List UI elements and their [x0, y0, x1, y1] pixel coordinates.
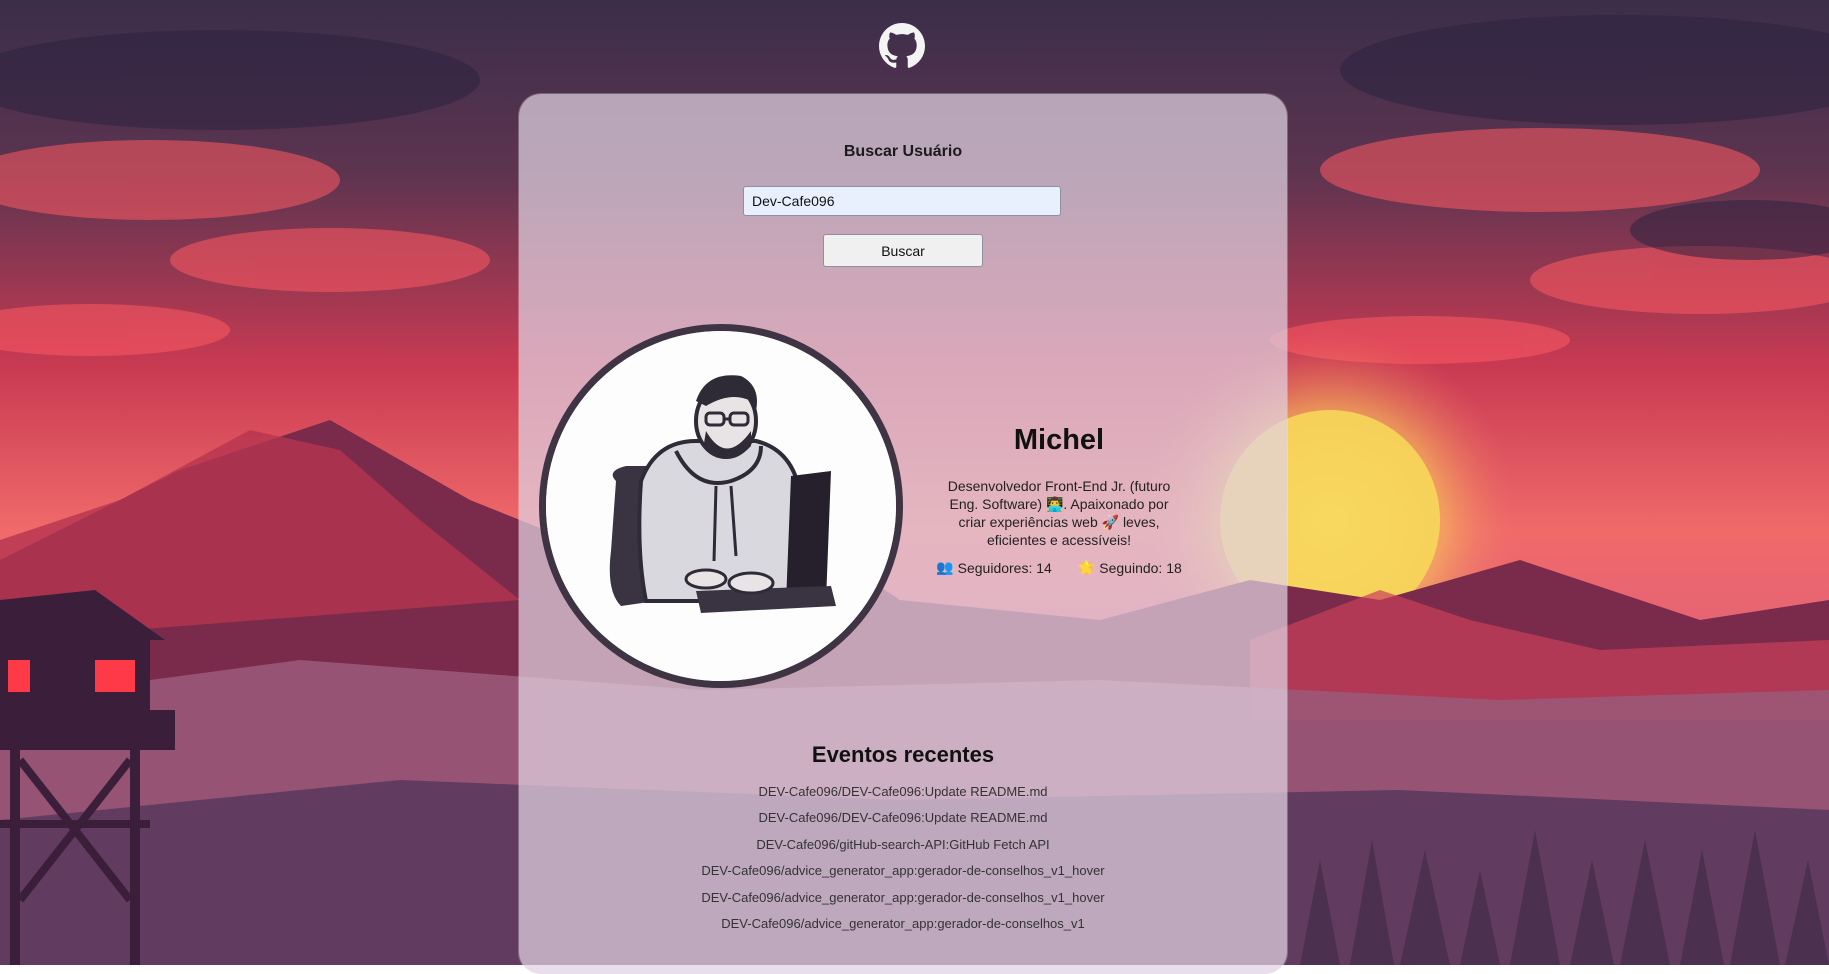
profile-bio: Desenvolvedor Front-End Jr. (futuro Eng.…	[947, 478, 1171, 548]
event-item: DEV-Cafe096/advice_generator_app:gerador…	[721, 915, 1085, 931]
developer-illustration-icon	[546, 331, 896, 681]
following-count: Seguindo: 18	[1099, 559, 1182, 576]
search-button[interactable]: Buscar	[823, 234, 983, 267]
followers-icon: 👥	[936, 559, 954, 575]
events-title: Eventos recentes	[811, 742, 995, 767]
following-stat: 🌟 Seguindo: 18	[1078, 559, 1182, 576]
event-item: DEV-Cafe096/DEV-Cafe096:Update README.md	[758, 784, 1048, 799]
avatar	[539, 324, 903, 688]
events-list: DEV-Cafe096/DEV-Cafe096:Update README.md…	[519, 779, 1287, 937]
profile-stats: 👥 Seguidores: 14 🌟 Seguindo: 18	[919, 559, 1199, 576]
followers-count: Seguidores: 14	[957, 559, 1052, 576]
event-item: DEV-Cafe096/gitHub-search-API:GitHub Fet…	[756, 836, 1050, 852]
followers-stat: 👥 Seguidores: 14	[936, 559, 1052, 576]
event-item: DEV-Cafe096/advice_generator_app:gerador…	[701, 863, 1105, 879]
event-item: DEV-Cafe096/DEV-Cafe096:Update README.md	[758, 810, 1048, 826]
profile-name: Michel	[1013, 424, 1105, 456]
search-card: Buscar Usuário Buscar Michel	[519, 94, 1287, 974]
github-icon[interactable]	[879, 23, 925, 69]
search-title: Buscar Usuário	[843, 143, 963, 160]
following-icon: 🌟	[1077, 559, 1096, 575]
event-item: DEV-Cafe096/advice_generator_app:gerador…	[701, 889, 1105, 905]
search-input[interactable]	[743, 186, 1061, 216]
